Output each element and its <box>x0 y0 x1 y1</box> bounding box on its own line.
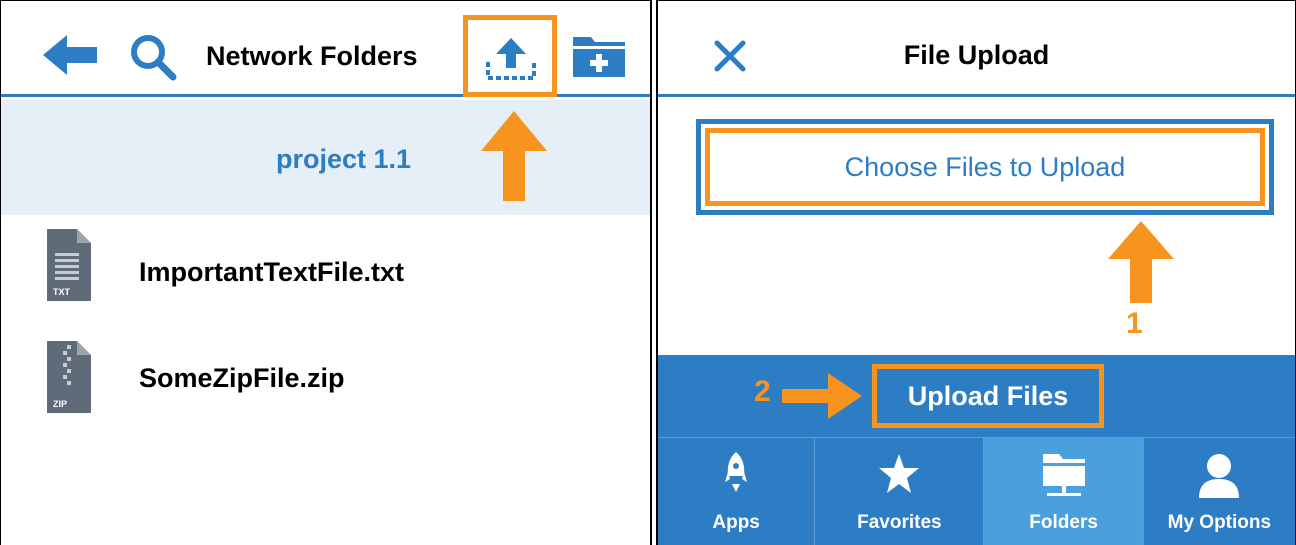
nav-item-folders[interactable]: Folders <box>984 438 1144 545</box>
folder-network-icon <box>1042 454 1085 496</box>
text-file-icon: TXT <box>47 229 91 301</box>
file-name: ImportantTextFile.txt <box>139 257 405 287</box>
callout-step-2: 2 <box>754 375 771 408</box>
nav-label: Favorites <box>857 512 942 533</box>
file-row[interactable]: TXT ImportantTextFile.txt <box>1 229 650 319</box>
choose-files-label: Choose Files to Upload <box>844 151 1126 182</box>
nav-item-apps[interactable]: Apps <box>658 438 816 545</box>
file-upload-header: File Upload <box>658 1 1295 97</box>
callout-arrow-up-icon <box>481 111 547 201</box>
zip-file-icon: ZIP <box>47 341 91 413</box>
rocket-icon <box>725 452 748 492</box>
nav-item-my-options[interactable]: My Options <box>1144 438 1295 545</box>
back-arrow-icon[interactable] <box>43 35 97 75</box>
nav-label: Apps <box>712 512 760 533</box>
page-title: Network Folders <box>206 41 418 71</box>
current-folder-name: project 1.1 <box>276 144 412 174</box>
choose-files-frame: Choose Files to Upload <box>696 119 1274 215</box>
new-folder-icon[interactable] <box>573 33 625 77</box>
file-name: SomeZipFile.zip <box>139 363 345 393</box>
bottom-nav: Apps Favorites Folders My Options <box>658 437 1295 545</box>
file-type-badge: ZIP <box>53 399 67 409</box>
file-row[interactable]: ZIP SomeZipFile.zip <box>1 341 650 431</box>
file-type-badge: TXT <box>53 287 71 297</box>
nav-label: Folders <box>1029 512 1098 533</box>
upload-button-highlight[interactable] <box>463 15 557 97</box>
upload-files-label: Upload Files <box>907 380 1069 411</box>
network-folders-panel: Network Folders project 1.1 TXT Importan… <box>0 0 652 545</box>
callout-arrow-right-icon <box>782 373 862 419</box>
search-icon[interactable] <box>129 33 177 81</box>
upload-bar: 2 Upload Files <box>658 355 1295 437</box>
upload-files-button[interactable]: Upload Files <box>872 364 1104 428</box>
current-folder-row[interactable]: project 1.1 <box>1 100 650 215</box>
file-upload-panel: File Upload Choose Files to Upload 1 2 U… <box>656 0 1296 545</box>
nav-label: My Options <box>1167 512 1272 533</box>
star-icon <box>879 454 920 493</box>
screenshot-frame: Network Folders project 1.1 TXT Importan… <box>0 0 1296 545</box>
user-icon <box>1199 454 1240 498</box>
nav-item-favorites[interactable]: Favorites <box>815 438 985 545</box>
page-title: File Upload <box>903 40 1050 70</box>
network-folders-header: Network Folders <box>1 1 650 97</box>
callout-arrow-up-icon <box>1108 221 1174 303</box>
choose-files-button[interactable]: Choose Files to Upload <box>705 128 1265 206</box>
callout-step-1: 1 <box>1126 307 1143 340</box>
upload-icon[interactable] <box>484 34 538 82</box>
